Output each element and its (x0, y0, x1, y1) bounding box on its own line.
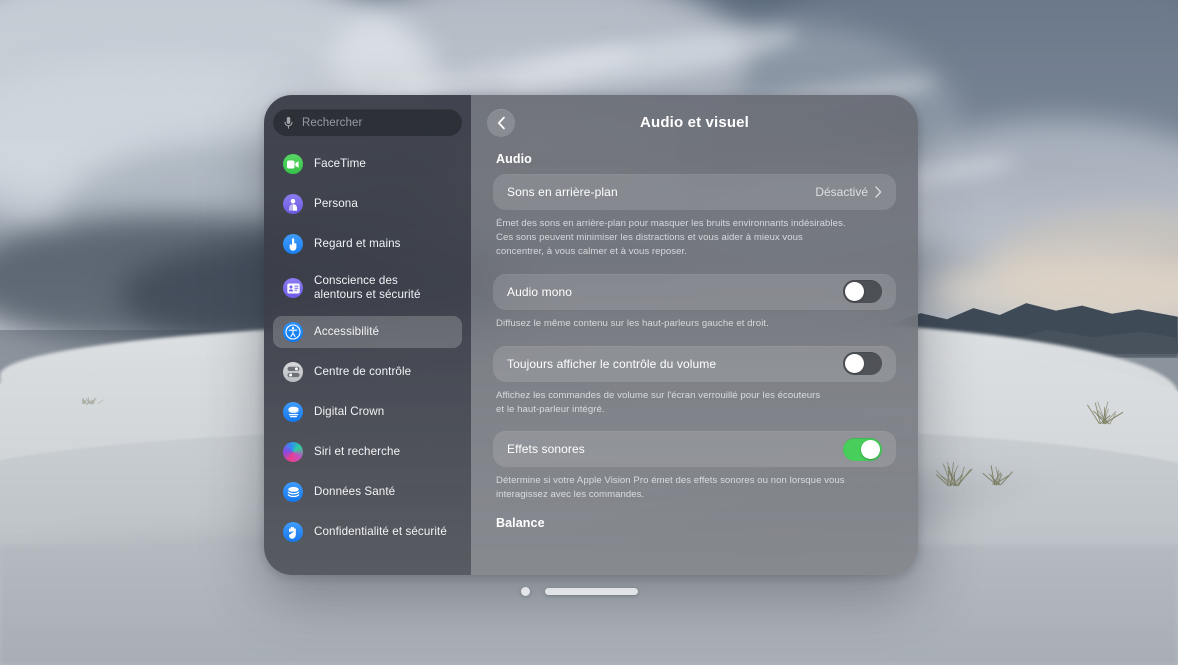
sidebar-item-control-center[interactable]: Centre de contrôle (273, 356, 462, 388)
detail-header: Audio et visuel (493, 109, 896, 147)
always-show-volume-toggle[interactable] (843, 352, 882, 375)
sidebar-item-health-data[interactable]: Données Santé (273, 476, 462, 508)
privacy-security-icon (283, 522, 303, 542)
row-description: Détermine si votre Apple Vision Pro émet… (496, 474, 893, 502)
sidebar-item-label: Accessibilité (314, 325, 379, 339)
toggle-knob (845, 354, 864, 373)
row-sound-effects[interactable]: Effets sonores (493, 431, 896, 467)
sidebar-nav-list: FaceTime Persona Regard et mains Conscience… (273, 148, 462, 548)
siri-icon (283, 442, 303, 462)
sidebar-item-digital-crown[interactable]: Digital Crown (273, 396, 462, 428)
row-always-show-volume-control[interactable]: Toujours afficher le contrôle du volume (493, 346, 896, 382)
sidebar-item-eyes-and-hands[interactable]: Regard et mains (273, 228, 462, 260)
accessibility-icon (283, 322, 303, 342)
mono-audio-toggle[interactable] (843, 280, 882, 303)
chevron-left-icon (497, 116, 506, 130)
row-value: Désactivé (815, 185, 868, 199)
grass-tuft (930, 460, 976, 486)
sidebar-item-accessibility[interactable]: Accessibilité (273, 316, 462, 348)
toggle-knob (845, 282, 864, 301)
persona-icon (283, 194, 303, 214)
facetime-icon (283, 154, 303, 174)
eyes-and-hands-icon (283, 234, 303, 254)
digital-crown-icon (283, 402, 303, 422)
sidebar-item-label: Persona (314, 197, 358, 211)
row-label: Toujours afficher le contrôle du volume (507, 357, 716, 371)
row-description: Diffusez le même contenu sur les haut-pa… (496, 317, 893, 331)
toggle-knob (861, 440, 880, 459)
back-button[interactable] (487, 109, 515, 137)
sidebar-item-label: Conscience des alentours et sécurité (314, 274, 421, 303)
sidebar-item-label: Regard et mains (314, 237, 401, 251)
page-title: Audio et visuel (493, 109, 896, 137)
section-heading-balance: Balance (496, 516, 896, 530)
row-background-sounds[interactable]: Sons en arrière-plan Désactivé (493, 174, 896, 210)
section-heading-audio: Audio (496, 152, 896, 166)
row-mono-audio[interactable]: Audio mono (493, 274, 896, 310)
sidebar-item-facetime[interactable]: FaceTime (273, 148, 462, 180)
sidebar-item-label: FaceTime (314, 157, 366, 171)
sidebar-item-label: Données Santé (314, 485, 395, 499)
row-value-group: Désactivé (815, 185, 882, 199)
chevron-right-icon (875, 186, 882, 198)
grass-tuft (1085, 400, 1125, 424)
window-resize-bar[interactable] (545, 588, 638, 595)
search-input[interactable]: Rechercher (273, 109, 462, 136)
search-placeholder-text: Rechercher (302, 117, 362, 129)
sidebar-item-privacy-security[interactable]: Confidentialité et sécurité (273, 516, 462, 548)
window-close-dot[interactable] (521, 587, 530, 596)
microphone-icon (283, 116, 294, 130)
row-label: Effets sonores (507, 442, 585, 456)
sidebar-item-label: Digital Crown (314, 405, 384, 419)
row-label: Sons en arrière-plan (507, 185, 618, 199)
sidebar-item-persona[interactable]: Persona (273, 188, 462, 220)
grass-tuft (60, 395, 120, 404)
settings-detail-pane: Audio et visuel Audio Sons en arrière-pl… (471, 95, 918, 575)
grass-tuft (980, 465, 1014, 485)
control-center-icon (283, 362, 303, 382)
row-description: Affichez les commandes de volume sur l'é… (496, 389, 893, 417)
health-data-icon (283, 482, 303, 502)
awareness-safety-icon (283, 278, 303, 298)
settings-sidebar: Rechercher FaceTime Persona Regard et main… (264, 95, 471, 575)
sidebar-item-label: Centre de contrôle (314, 365, 411, 379)
sidebar-item-label: Siri et recherche (314, 445, 400, 459)
row-label: Audio mono (507, 285, 572, 299)
row-description: Émet des sons en arrière-plan pour masqu… (496, 217, 893, 259)
sidebar-item-label: Confidentialité et sécurité (314, 525, 447, 539)
settings-window: Rechercher FaceTime Persona Regard et main… (264, 95, 918, 575)
sidebar-item-siri[interactable]: Siri et recherche (273, 436, 462, 468)
sound-effects-toggle[interactable] (843, 438, 882, 461)
sidebar-item-awareness-safety[interactable]: Conscience des alentours et sécurité (273, 268, 462, 308)
